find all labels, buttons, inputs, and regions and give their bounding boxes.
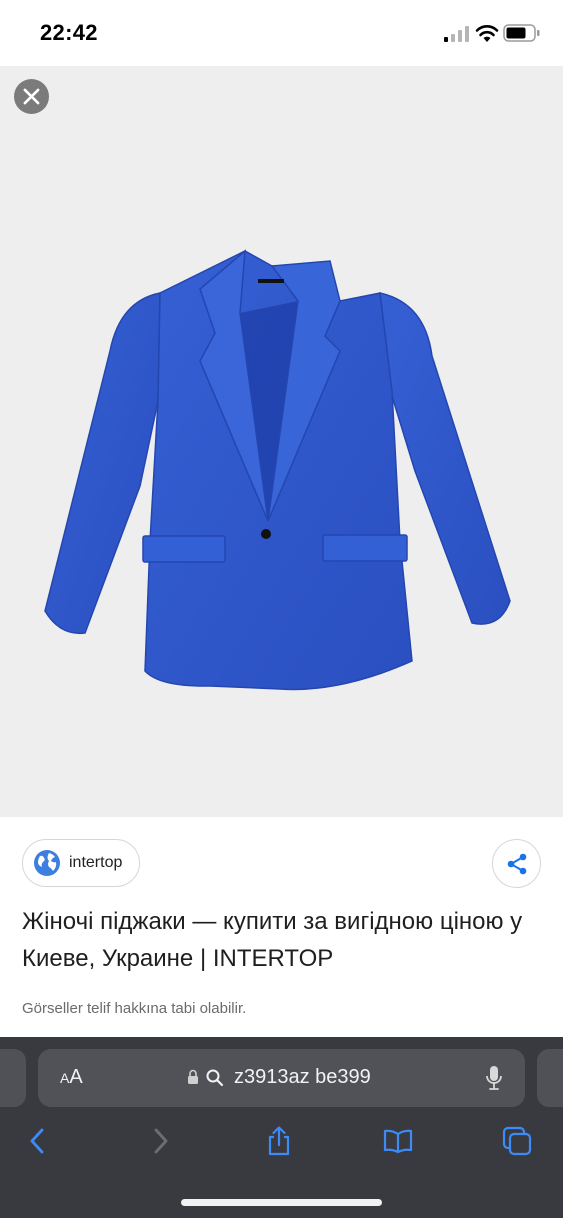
tabs-icon — [502, 1126, 532, 1156]
result-info: intertop Жіночі піджаки — купити за вигі… — [0, 817, 563, 1037]
image-viewer — [0, 66, 563, 817]
share-icon — [268, 1126, 290, 1156]
signal-icon — [444, 26, 469, 42]
browser-toolbar: AA z3913az be399 — [0, 1037, 563, 1218]
blue-jacket-image — [44, 249, 511, 691]
address-bar[interactable]: AA z3913az be399 — [38, 1049, 525, 1107]
battery-icon — [503, 24, 540, 42]
close-button[interactable] — [14, 79, 49, 114]
next-tab-preview[interactable] — [537, 1049, 563, 1107]
back-icon — [30, 1128, 44, 1154]
previous-tab-preview[interactable] — [0, 1049, 26, 1107]
address-text[interactable]: z3913az be399 — [234, 1066, 371, 1089]
lock-icon — [188, 1069, 198, 1084]
reader-settings-button[interactable]: AA — [60, 1066, 83, 1089]
bookmarks-icon — [383, 1129, 413, 1154]
home-indicator[interactable] — [181, 1199, 382, 1206]
share-icon — [507, 853, 526, 874]
tabs-button[interactable] — [497, 1121, 537, 1161]
status-bar: 22:42 — [0, 0, 563, 67]
bookmarks-button[interactable] — [378, 1121, 418, 1161]
globe-icon — [34, 850, 60, 876]
status-time: 22:42 — [40, 20, 98, 45]
close-icon — [23, 88, 40, 105]
forward-button[interactable] — [140, 1121, 180, 1161]
wifi-icon — [475, 25, 499, 42]
source-chip[interactable]: intertop — [22, 839, 140, 887]
search-icon — [206, 1069, 223, 1086]
result-title[interactable]: Жіночі піджаки — купити за вигідною ціно… — [22, 903, 542, 977]
source-name: intertop — [69, 854, 123, 871]
share-page-button[interactable] — [259, 1121, 299, 1161]
mic-icon[interactable] — [485, 1065, 503, 1091]
copyright-note: Görseller telif hakkına tabi olabilir. — [22, 1000, 247, 1017]
share-button[interactable] — [492, 839, 541, 888]
back-button[interactable] — [18, 1121, 58, 1161]
forward-icon — [154, 1128, 168, 1154]
